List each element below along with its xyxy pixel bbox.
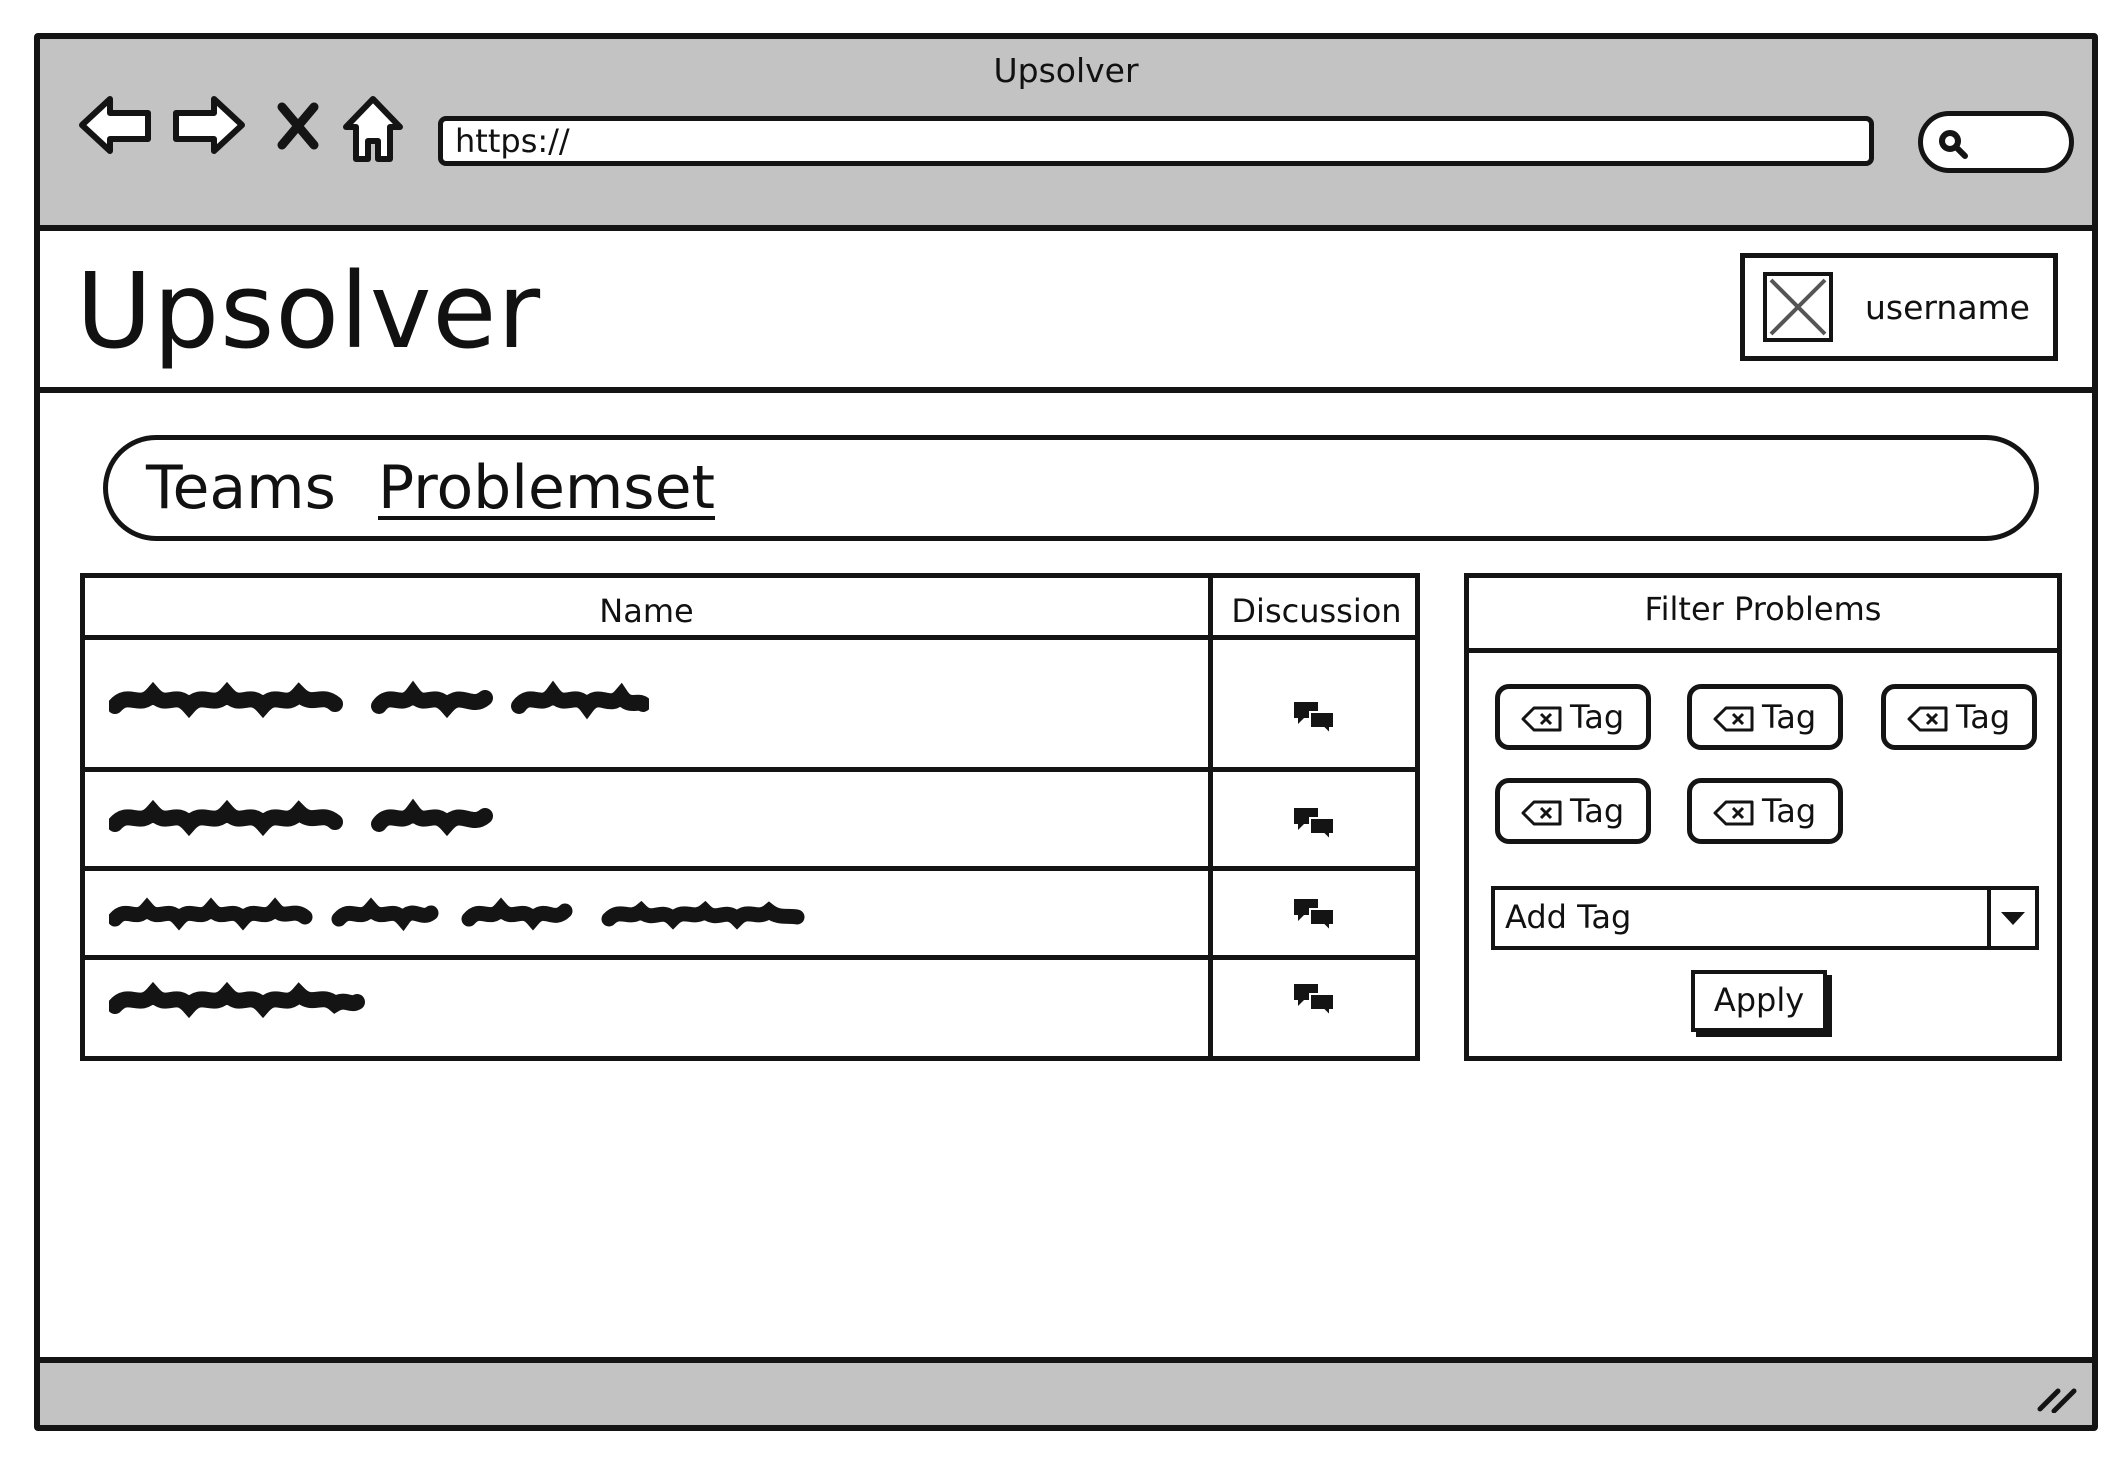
add-tag-dropdown[interactable]: Add Tag (1491, 886, 2039, 950)
filter-title: Filter Problems (1644, 590, 1882, 628)
problems-table: Name Discussion (80, 573, 1420, 1061)
tag-chip[interactable]: Tag (1687, 684, 1843, 750)
filter-panel: Filter Problems Tag Tag Tag Tag Tag Add … (1464, 573, 2062, 1061)
table-row[interactable] (85, 960, 1415, 1056)
chevron-down-icon[interactable] (1987, 890, 2035, 946)
tag-label: Tag (1570, 698, 1625, 736)
username-label: username (1865, 288, 2030, 327)
table-row[interactable] (85, 640, 1415, 767)
avatar (1763, 272, 1833, 342)
user-menu[interactable]: username (1740, 253, 2058, 361)
close-x-icon[interactable] (276, 101, 320, 151)
redacted-text (109, 680, 649, 720)
discussion-icon[interactable] (1292, 897, 1336, 933)
forward-arrow-icon[interactable] (170, 93, 246, 157)
filter-divider (1469, 648, 2057, 653)
redacted-text (109, 981, 365, 1019)
url-bar[interactable]: https:// (438, 116, 1874, 166)
tab-teams[interactable]: Teams (146, 452, 336, 524)
tag-label: Tag (1570, 792, 1625, 830)
image-placeholder-icon (1769, 278, 1827, 336)
discussion-icon[interactable] (1292, 700, 1336, 736)
browser-window: Upsolver https:// Upsolver username Team… (34, 33, 2098, 1431)
search-box[interactable] (1918, 111, 2074, 173)
backspace-x-icon[interactable] (1520, 799, 1564, 827)
tag-label: Tag (1956, 698, 2011, 736)
table-row[interactable] (85, 871, 1415, 955)
backspace-x-icon[interactable] (1712, 705, 1756, 733)
backspace-x-icon[interactable] (1906, 705, 1950, 733)
add-tag-placeholder: Add Tag (1505, 898, 1632, 936)
tab-problemset[interactable]: Problemset (378, 452, 715, 524)
tabs-bar: Teams Problemset (103, 435, 2039, 541)
search-icon (1939, 130, 1968, 159)
app-title: Upsolver (76, 250, 542, 372)
redacted-text (109, 897, 805, 932)
resize-grip-icon[interactable] (2036, 1379, 2078, 1413)
window-title: Upsolver (993, 51, 1139, 90)
tag-chip[interactable]: Tag (1687, 778, 1843, 844)
apply-button[interactable]: Apply (1691, 970, 1827, 1032)
home-icon[interactable] (342, 93, 404, 165)
redacted-text (109, 798, 493, 837)
status-bar (40, 1357, 2092, 1425)
app-header: Upsolver username (40, 231, 2092, 393)
discussion-icon[interactable] (1292, 982, 1336, 1018)
tag-chip[interactable]: Tag (1495, 684, 1651, 750)
column-header-discussion[interactable]: Discussion (1213, 592, 1420, 630)
back-arrow-icon[interactable] (78, 93, 154, 157)
column-header-name[interactable]: Name (85, 592, 1208, 630)
tag-chip[interactable]: Tag (1881, 684, 2037, 750)
backspace-x-icon[interactable] (1712, 799, 1756, 827)
tag-label: Tag (1762, 792, 1817, 830)
discussion-icon[interactable] (1292, 806, 1336, 842)
browser-chrome: Upsolver https:// (40, 39, 2092, 231)
table-row[interactable] (85, 772, 1415, 866)
tag-chip[interactable]: Tag (1495, 778, 1651, 844)
tag-label: Tag (1762, 698, 1817, 736)
backspace-x-icon[interactable] (1520, 705, 1564, 733)
